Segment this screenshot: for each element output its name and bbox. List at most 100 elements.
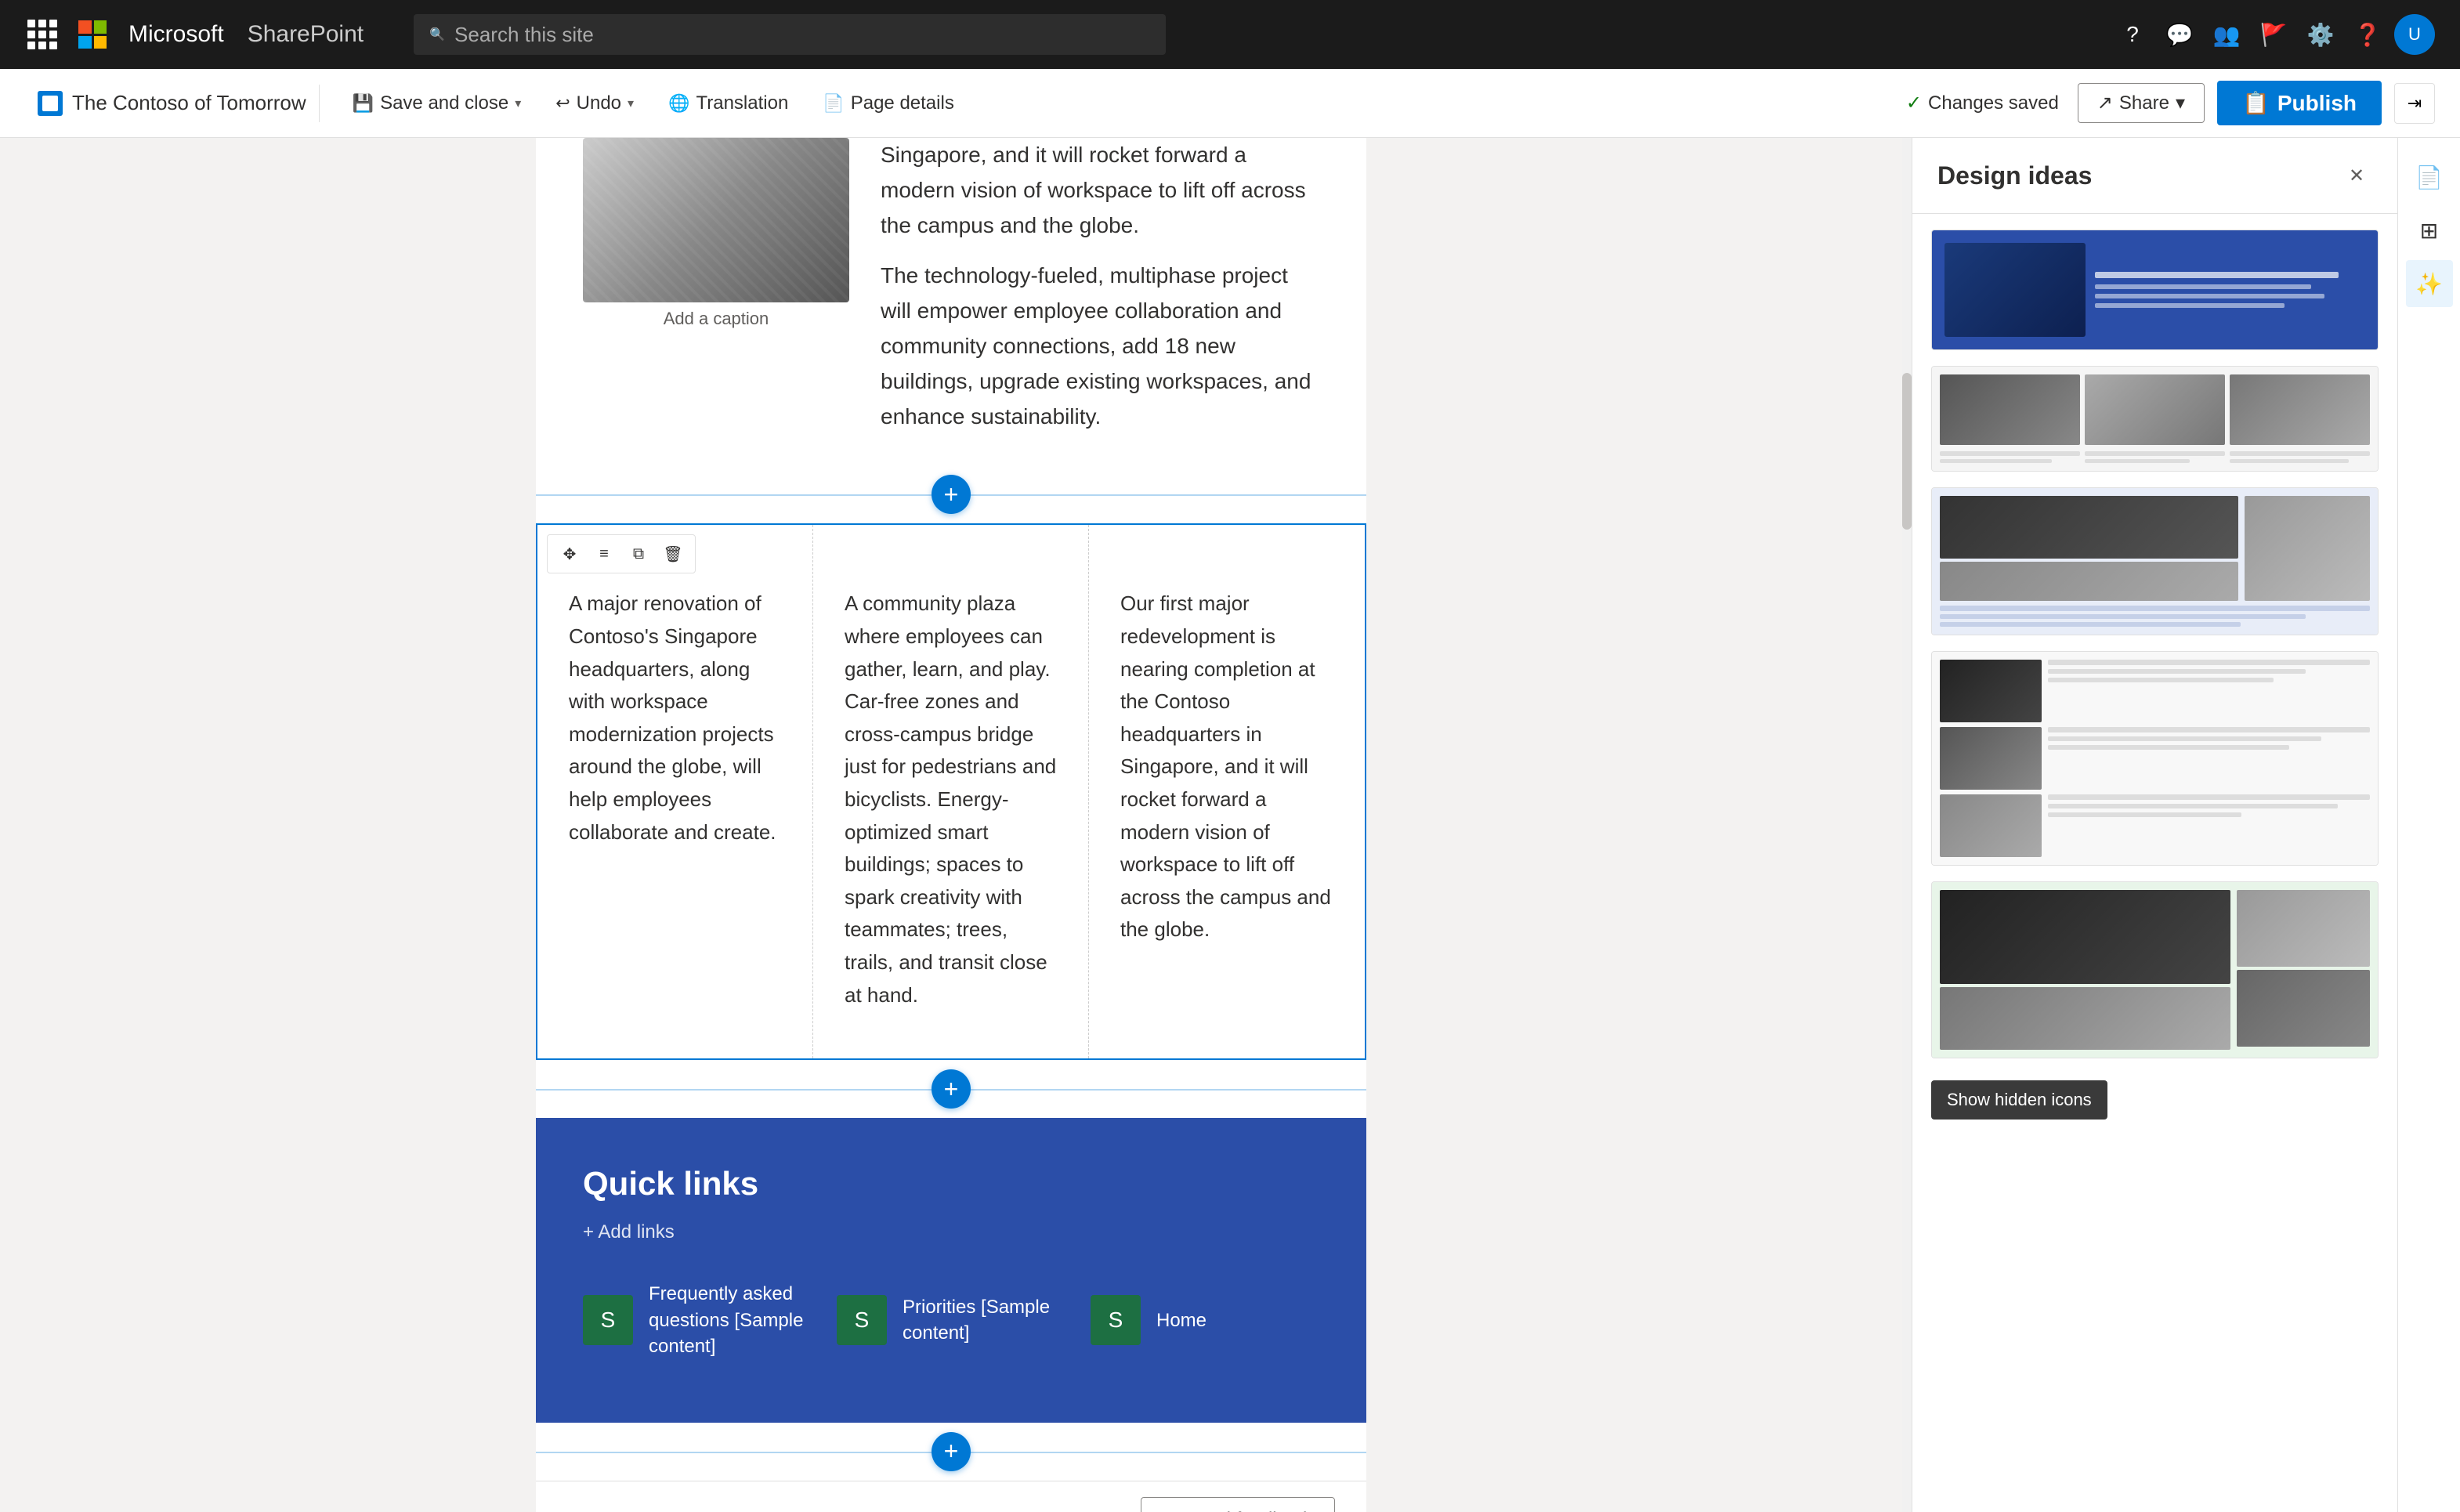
add-section-circle-bottom[interactable]: + xyxy=(932,1432,971,1471)
intro-text-block: Singapore, and it will rocket forward a … xyxy=(881,138,1319,450)
page-content: Add a caption Singapore, and it will roc… xyxy=(0,138,1902,1512)
main-area: Add a caption Singapore, and it will roc… xyxy=(0,138,2460,1512)
quick-links-row: S Frequently asked questions [Sample con… xyxy=(583,1281,1319,1360)
search-icon: 🔍 xyxy=(429,27,445,42)
close-design-panel-button[interactable]: ✕ xyxy=(2341,160,2372,191)
share-icon: ↗ xyxy=(2097,92,2113,114)
checkmark-icon: ✓ xyxy=(1906,92,1922,114)
add-section-button-middle[interactable]: + xyxy=(536,1060,1366,1118)
add-section-circle[interactable]: + xyxy=(932,475,971,514)
col3-text: Our first major redevelopment is nearing… xyxy=(1120,588,1333,946)
design-card-5[interactable] xyxy=(1931,881,2379,1058)
add-section-circle-middle[interactable]: + xyxy=(932,1069,971,1109)
sharepoint-text: SharePoint xyxy=(248,21,364,48)
translation-icon: 🌐 xyxy=(668,93,689,114)
undo-label: Undo xyxy=(577,92,621,114)
publish-label: Publish xyxy=(2277,91,2357,116)
design-panel-title: Design ideas xyxy=(1937,161,2092,190)
quick-links-title: Quick links xyxy=(583,1165,1319,1203)
search-bar[interactable]: 🔍 Search this site xyxy=(414,14,1166,55)
help-circle-icon[interactable]: ? xyxy=(2112,14,2153,55)
design-ideas-panel: Design ideas ✕ xyxy=(1912,138,2397,1512)
app-launcher-button[interactable] xyxy=(25,17,60,52)
link-text-3: Home xyxy=(1156,1308,1206,1334)
quick-links-section: Quick links + Add links S Frequently ask… xyxy=(536,1118,1366,1423)
right-tools-panel: 📄 ⊞ ✨ xyxy=(2397,138,2460,1512)
page-inner: Add a caption Singapore, and it will roc… xyxy=(536,138,1366,1512)
share-button[interactable]: ↗ Share ▾ xyxy=(2078,83,2205,123)
link-item-2[interactable]: S Priorities [Sample content] xyxy=(837,1281,1059,1360)
right-tool-layout-icon[interactable]: ⊞ xyxy=(2406,207,2453,254)
nav-icons-group: ? 💬 👥 🚩 ⚙️ ❓ U xyxy=(2112,14,2435,55)
brand-section: The Contoso of Tomorrow xyxy=(25,85,320,122)
intro-text-1: Singapore, and it will rocket forward a … xyxy=(881,138,1319,243)
undo-button[interactable]: ↩ Undo ▾ xyxy=(541,85,648,122)
publish-button[interactable]: 📋 Publish xyxy=(2217,81,2382,125)
link-text-2: Priorities [Sample content] xyxy=(903,1294,1059,1347)
settings-icon[interactable]: ⚙️ xyxy=(2300,14,2341,55)
send-feedback-button[interactable]: ✉ Send feedback xyxy=(1141,1497,1335,1512)
design-card-1[interactable] xyxy=(1931,230,2379,350)
section-toolbar: ✥ ≡ ⧉ 🗑 xyxy=(547,534,696,573)
three-column-grid: A major renovation of Contoso's Singapor… xyxy=(537,525,1365,1058)
three-column-section: ✥ ≡ ⧉ 🗑 A major renovation of Contoso's … xyxy=(536,523,1366,1060)
add-links-button[interactable]: + Add links xyxy=(583,1221,1319,1243)
image-caption[interactable]: Add a caption xyxy=(583,309,849,329)
microsoft-text: Microsoft xyxy=(128,21,224,48)
column-2: A community plaza where employees can ga… xyxy=(813,525,1089,1058)
question-icon[interactable]: ❓ xyxy=(2347,14,2388,55)
show-hidden-icons-tooltip: Show hidden icons xyxy=(1931,1080,2107,1120)
brand-name: The Contoso of Tomorrow xyxy=(72,91,306,115)
link-item-1[interactable]: S Frequently asked questions [Sample con… xyxy=(583,1281,805,1360)
save-and-close-button[interactable]: 💾 Save and close ▾ xyxy=(338,85,536,122)
share-caret: ▾ xyxy=(2176,92,2185,114)
col2-text: A community plaza where employees can ga… xyxy=(845,588,1057,1011)
page-details-button[interactable]: 📄 Page details xyxy=(809,85,968,122)
top-navigation: Microsoft SharePoint 🔍 Search this site … xyxy=(0,0,2460,69)
collapse-panel-button[interactable]: ⇥ xyxy=(2394,83,2435,124)
delete-section-button[interactable]: 🗑 xyxy=(657,538,689,570)
design-card-3[interactable] xyxy=(1931,487,2379,635)
chat-icon[interactable]: 💬 xyxy=(2159,14,2200,55)
right-tool-pages-icon[interactable]: 📄 xyxy=(2406,154,2453,201)
add-section-button-top[interactable]: + xyxy=(536,465,1366,523)
share-label: Share xyxy=(2119,92,2169,114)
design-panel-header: Design ideas ✕ xyxy=(1912,138,2397,214)
search-placeholder: Search this site xyxy=(454,23,594,47)
link-icon-3: S xyxy=(1091,1295,1141,1345)
edit-section-button[interactable]: ≡ xyxy=(588,538,620,570)
page-details-label: Page details xyxy=(851,92,954,114)
link-item-3[interactable]: S Home xyxy=(1091,1281,1206,1360)
undo-caret: ▾ xyxy=(628,96,634,111)
changes-saved-text: Changes saved xyxy=(1928,92,2059,114)
changes-saved-indicator: ✓ Changes saved xyxy=(1906,92,2059,114)
column-1: A major renovation of Contoso's Singapor… xyxy=(537,525,813,1058)
image-caption-section: Add a caption Singapore, and it will roc… xyxy=(536,138,1366,465)
scrollbar-track[interactable] xyxy=(1902,138,1912,1512)
toolbar: The Contoso of Tomorrow 💾 Save and close… xyxy=(0,69,2460,138)
feedback-bar: ✉ Send feedback xyxy=(536,1481,1366,1512)
publish-icon: 📋 xyxy=(2242,90,2270,116)
duplicate-section-button[interactable]: ⧉ xyxy=(623,538,654,570)
col1-text: A major renovation of Contoso's Singapor… xyxy=(569,588,781,848)
design-card-4[interactable] xyxy=(1931,651,2379,866)
flag-icon[interactable]: 🚩 xyxy=(2253,14,2294,55)
move-section-button[interactable]: ✥ xyxy=(554,538,585,570)
save-icon: 💾 xyxy=(353,93,374,114)
undo-icon: ↩ xyxy=(555,93,570,114)
design-card-2[interactable] xyxy=(1931,366,2379,472)
scrollbar-thumb[interactable] xyxy=(1902,373,1912,530)
right-tool-design-icon[interactable]: ✨ xyxy=(2406,260,2453,307)
translation-label: Translation xyxy=(696,92,788,114)
link-icon-2: S xyxy=(837,1295,887,1345)
microsoft-logo xyxy=(78,20,107,49)
intro-text-2: The technology-fueled, multiphase projec… xyxy=(881,259,1319,434)
feedback-label: Send feedback xyxy=(1187,1509,1312,1512)
feedback-icon: ✉ xyxy=(1163,1509,1179,1512)
page-details-icon: 📄 xyxy=(823,93,844,114)
translation-button[interactable]: 🌐 Translation xyxy=(654,85,802,122)
add-section-button-bottom[interactable]: + xyxy=(536,1423,1366,1481)
people-icon[interactable]: 👥 xyxy=(2206,14,2247,55)
avatar[interactable]: U xyxy=(2394,14,2435,55)
column-3: Our first major redevelopment is nearing… xyxy=(1089,525,1365,1058)
